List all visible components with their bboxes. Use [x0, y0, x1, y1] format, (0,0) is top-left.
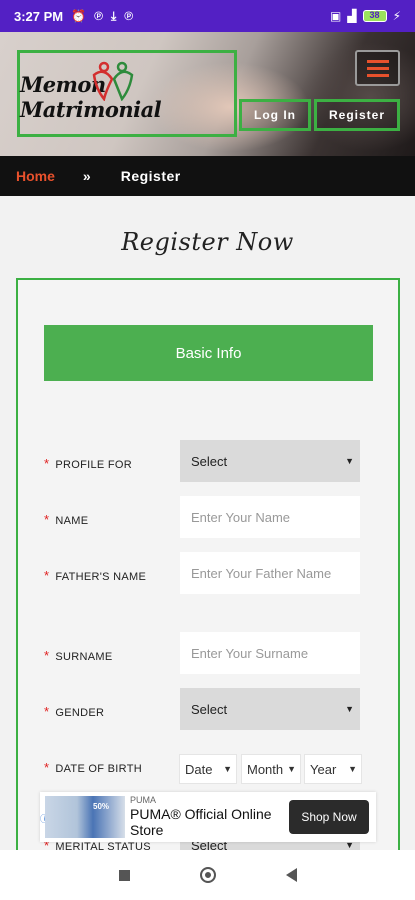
dob-date-select[interactable]: Date ▼ [179, 754, 237, 784]
hearts-logo-icon [92, 61, 134, 101]
breadcrumb-home-link[interactable]: Home [16, 168, 55, 184]
dob-label: * DATE OF BIRTH [44, 760, 142, 775]
status-time: 3:27 PM [14, 8, 64, 24]
profile-for-label: * PROFILE FOR [44, 456, 133, 471]
ad-headline: PUMA® Official Online Store [130, 806, 272, 838]
caret-down-icon: ▼ [345, 704, 354, 714]
hamburger-icon [366, 59, 389, 63]
register-form: Basic Info * PROFILE FOR Select ▼ * NAME En… [16, 278, 400, 858]
caret-down-icon: ▼ [348, 764, 357, 774]
name-label: * NAME [44, 512, 89, 527]
fathers-name-input[interactable]: Enter Your Father Name [180, 552, 360, 594]
ad-brand: PUMA [130, 795, 157, 805]
p-icon: ℗ [124, 9, 134, 23]
site-logo[interactable]: Memon Matrimonial [17, 50, 237, 137]
dob-month-select[interactable]: Month ▼ [241, 754, 301, 784]
caret-down-icon: ▼ [345, 456, 354, 466]
recents-icon[interactable] [118, 869, 130, 881]
charging-icon: ⚡ [392, 9, 401, 23]
ad-banner[interactable]: ⓘ 50% PUMA PUMA® Official Online Store S… [40, 792, 376, 842]
fathers-name-label: * FATHER'S NAME [44, 568, 147, 583]
signal-icon: ▟ [347, 9, 357, 23]
page-title: Register Now [121, 228, 294, 256]
breadcrumb: Home » Register [0, 156, 415, 196]
ad-shop-now-button[interactable]: Shop Now [289, 800, 369, 834]
download-icon: ⤓ [110, 8, 117, 23]
sim-icon: ▣ [329, 9, 342, 23]
home-icon[interactable] [199, 867, 216, 883]
caret-down-icon: ▼ [287, 764, 296, 774]
surname-label: * SURNAME [44, 648, 113, 663]
back-icon[interactable] [285, 868, 297, 882]
menu-button[interactable] [355, 50, 400, 86]
breadcrumb-current: Register [120, 168, 181, 184]
breadcrumb-separator: » [82, 168, 91, 184]
status-bar: 3:27 PM ⏰ ℗ ⤓ ℗ ▣ ▟ 38 ⚡ [0, 0, 415, 32]
ad-thumbnail: 50% [45, 796, 125, 838]
system-nav-bar [0, 850, 415, 900]
alarm-icon: ⏰ [71, 9, 87, 23]
surname-input[interactable]: Enter Your Surname [180, 632, 360, 674]
p-icon: ℗ [94, 9, 103, 23]
profile-for-select[interactable]: Select ▼ [180, 440, 360, 482]
name-input[interactable]: Enter Your Name [180, 496, 360, 538]
gender-label: * GENDER [44, 704, 105, 719]
login-button[interactable]: Log In [239, 99, 311, 131]
gender-select[interactable]: Select ▼ [180, 688, 360, 730]
battery-icon: 38 [362, 10, 387, 22]
caret-down-icon: ▼ [223, 764, 232, 774]
section-basic-info: Basic Info [44, 325, 373, 381]
site-header: Memon Matrimonial Log In Register [0, 32, 415, 156]
dob-year-select[interactable]: Year ▼ [304, 754, 362, 784]
register-button[interactable]: Register [314, 99, 400, 131]
